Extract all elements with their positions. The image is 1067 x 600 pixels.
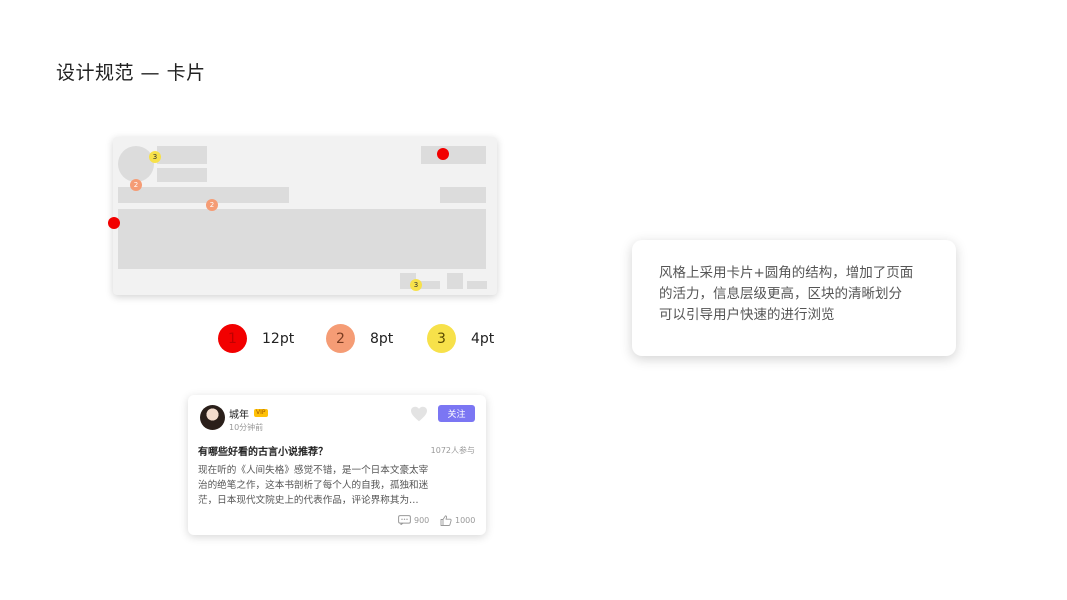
thumbs-up-icon bbox=[440, 515, 452, 526]
post-card[interactable]: 城年 VIP 10分钟前 关注 有哪些好看的古言小说推荐？ 1072人参与 现在… bbox=[188, 395, 486, 535]
wireframe-question-block bbox=[118, 187, 289, 203]
spacing-marker-2: 2 bbox=[130, 179, 142, 191]
wireframe-stat-block bbox=[420, 281, 440, 289]
like-count: 1000 bbox=[455, 516, 476, 525]
post-body-line: 茫，日本现代文院史上的代表作品，评论界称其为… bbox=[198, 495, 419, 506]
description-card: 风格上采用卡片+圆角的结构，增加了页面 的活力，信息层级更高，区块的清晰划分 可… bbox=[632, 240, 956, 356]
description-text: 风格上采用卡片+圆角的结构，增加了页面 的活力，信息层级更高，区块的清晰划分 可… bbox=[659, 263, 930, 326]
legend-marker-3: 3 bbox=[427, 324, 456, 353]
comment-stat[interactable]: 900 bbox=[398, 515, 429, 525]
wireframe-stat-block bbox=[467, 281, 487, 289]
wireframe-time-block bbox=[157, 168, 207, 182]
post-body-line: 治的绝笔之作，这本书剖析了每个人的自我，孤独和迷 bbox=[198, 480, 429, 491]
like-stat[interactable]: 1000 bbox=[440, 515, 475, 526]
radius-marker-1 bbox=[437, 148, 449, 160]
spacing-marker-3: 3 bbox=[149, 151, 161, 163]
question-title[interactable]: 有哪些好看的古言小说推荐？ bbox=[198, 443, 328, 458]
description-line: 的活力，信息层级更高，区块的清晰划分 bbox=[659, 286, 902, 302]
wireframe-name-block bbox=[157, 146, 207, 164]
post-body-line: 现在听的《人间失格》感觉不错，是一个日本文豪太宰 bbox=[198, 465, 429, 476]
user-name[interactable]: 城年 bbox=[229, 406, 249, 421]
page-title: 设计规范 — 卡片 bbox=[56, 62, 206, 84]
follow-button[interactable]: 关注 bbox=[438, 405, 475, 422]
legend-marker-1: 1 bbox=[218, 324, 247, 353]
spacing-marker-2: 2 bbox=[206, 199, 218, 211]
avatar[interactable] bbox=[200, 405, 225, 430]
legend-value: 8pt bbox=[370, 330, 394, 347]
wireframe-stat-block bbox=[447, 273, 463, 289]
legend-item-12pt: 1 12pt bbox=[218, 324, 294, 353]
description-line: 可以引导用户快速的进行浏览 bbox=[659, 307, 835, 323]
vip-badge: VIP bbox=[254, 409, 268, 417]
post-body[interactable]: 现在听的《人间失格》感觉不错，是一个日本文豪太宰 治的绝笔之作，这本书剖析了每个… bbox=[198, 463, 474, 508]
wireframe-follow-block bbox=[421, 146, 486, 164]
wireframe-body-block bbox=[118, 209, 486, 269]
legend-value: 12pt bbox=[262, 330, 295, 347]
legend-value: 4pt bbox=[471, 330, 495, 347]
wireframe-count-block bbox=[440, 187, 486, 203]
description-line: 风格上采用卡片+圆角的结构，增加了页面 bbox=[659, 265, 914, 281]
legend-marker-2: 2 bbox=[326, 324, 355, 353]
post-time: 10分钟前 bbox=[229, 423, 264, 432]
spacing-marker-3: 3 bbox=[410, 279, 422, 291]
wireframe-card bbox=[113, 137, 497, 295]
participant-count: 1072人参与 bbox=[430, 446, 475, 455]
legend-item-8pt: 2 8pt bbox=[326, 324, 393, 353]
heart-icon[interactable] bbox=[410, 406, 428, 422]
radius-marker-1 bbox=[108, 217, 120, 229]
comment-icon bbox=[398, 515, 411, 525]
legend-item-4pt: 3 4pt bbox=[427, 324, 494, 353]
wireframe-avatar bbox=[118, 146, 154, 182]
comment-count: 900 bbox=[414, 515, 430, 525]
